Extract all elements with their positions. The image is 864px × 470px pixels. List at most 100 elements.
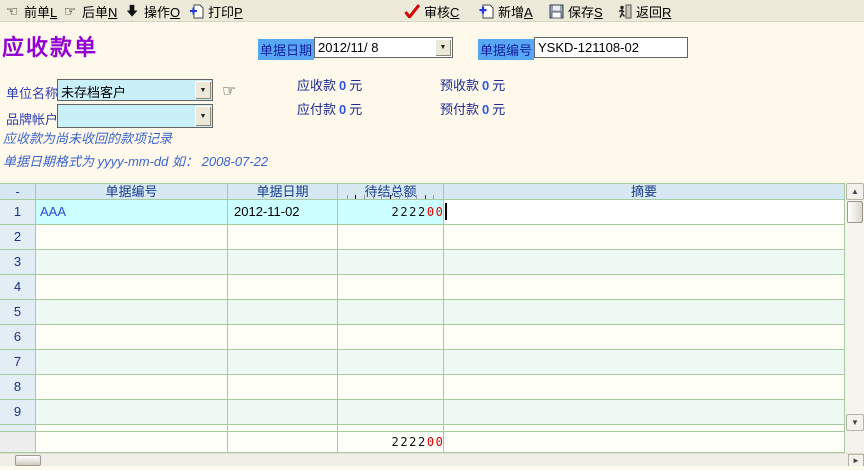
receivable-hint-text: 应收款为尚未收回的款项记录 (3, 128, 172, 147)
save-label: 保存S (568, 2, 603, 21)
doc-no-cell[interactable] (36, 225, 228, 250)
audit-button[interactable]: 审核C (404, 2, 459, 20)
prev-doc-button[interactable]: ☜ 前单L (4, 2, 57, 20)
doc-no-label: 单据编号 (478, 39, 534, 60)
operate-label: 操作O (144, 2, 180, 21)
new-page-icon (478, 3, 494, 19)
summary-cell[interactable] (444, 275, 845, 300)
amount-cell[interactable] (338, 275, 444, 300)
row-number-cell[interactable]: 4 (0, 275, 36, 300)
amount-cell[interactable] (338, 350, 444, 375)
horizontal-scroll-thumb[interactable] (15, 455, 41, 466)
doc-no-cell[interactable] (36, 350, 228, 375)
return-label: 返回R (636, 2, 671, 21)
chevron-down-icon[interactable]: ▼ (195, 106, 211, 126)
row-number-cell[interactable]: 7 (0, 350, 36, 375)
summary-cell[interactable] (444, 350, 845, 375)
doc-date-combobox[interactable]: 2012/11/ 8 ▼ (314, 37, 453, 58)
doc-no-cell[interactable] (36, 275, 228, 300)
brand-account-combobox[interactable]: ▼ (57, 104, 213, 128)
summary-cell[interactable] (444, 225, 845, 250)
table-row: 2 (0, 225, 845, 250)
doc-no-input[interactable]: YSKD-121108-02 (534, 37, 688, 58)
doc-date-label: 单据日期 (258, 39, 314, 60)
ledger-ticks (338, 195, 443, 199)
doc-date-cell[interactable] (228, 325, 338, 350)
summary-cell[interactable] (444, 325, 845, 350)
unit-name-combobox[interactable]: 未存档客户 ▼ (57, 79, 213, 101)
doc-no-cell[interactable] (36, 300, 228, 325)
scroll-up-button[interactable]: ▲ (846, 183, 864, 200)
doc-no-cell[interactable] (36, 400, 228, 425)
page-title: 应收款单 (2, 30, 98, 62)
row-number-cell[interactable]: 3 (0, 250, 36, 275)
detail-table: - 单据编号 单据日期 待结总额 摘要 1 AAA 2012-11-02 222… (0, 183, 864, 470)
date-format-hint-text: 单据日期格式为 yyyy-mm-dd 如： 2008-07-22 (3, 151, 268, 170)
horizontal-scrollbar[interactable]: ► (0, 453, 864, 466)
right-arrow-icon: ► (852, 456, 860, 465)
row-number-cell[interactable]: 9 (0, 400, 36, 425)
brand-account-label: 品牌帐户 (6, 109, 58, 128)
summary-cell-editing[interactable] (444, 200, 845, 225)
doc-date-cell[interactable]: 2012-11-02 (228, 200, 338, 225)
doc-date-cell[interactable] (228, 250, 338, 275)
save-button[interactable]: 保存S (548, 2, 603, 20)
doc-date-cell[interactable] (228, 300, 338, 325)
return-button[interactable]: 返回R (616, 2, 671, 20)
summary-cell[interactable] (444, 250, 845, 275)
amount-cell[interactable]: 222200 (338, 200, 444, 225)
amount-cell[interactable] (338, 250, 444, 275)
amount-cell[interactable] (338, 300, 444, 325)
row-number-cell[interactable]: 5 (0, 300, 36, 325)
document-header: 应收款单 单据日期 2012/11/ 8 ▼ 单据编号 YSKD-121108-… (0, 22, 864, 183)
doc-date-cell[interactable] (228, 225, 338, 250)
table-header-row: - 单据编号 单据日期 待结总额 摘要 (0, 183, 845, 200)
total-row-number-cell (0, 431, 36, 453)
new-doc-label: 新增A (498, 2, 533, 21)
doc-no-cell[interactable]: AAA (36, 200, 228, 225)
prev-doc-label: 前单L (24, 2, 57, 21)
doc-no-cell[interactable] (36, 325, 228, 350)
summary-cell[interactable] (444, 400, 845, 425)
table-row: 6 (0, 325, 845, 350)
chevron-down-icon[interactable]: ▼ (195, 81, 211, 99)
amount-cell[interactable] (338, 400, 444, 425)
amount-column-header: 待结总额 (338, 184, 444, 200)
new-doc-button[interactable]: 新增A (478, 2, 533, 20)
summary-cell[interactable] (444, 300, 845, 325)
doc-no-cell[interactable] (36, 250, 228, 275)
doc-date-cell[interactable] (228, 400, 338, 425)
doc-date-cell[interactable] (228, 375, 338, 400)
amount-cell[interactable] (338, 375, 444, 400)
amount-cell[interactable] (338, 325, 444, 350)
vertical-scrollbar[interactable]: ▲ ▼ (846, 183, 864, 431)
doc-date-cell[interactable] (228, 350, 338, 375)
next-doc-button[interactable]: ☞ 后单N (62, 2, 117, 20)
summary-cell[interactable] (444, 375, 845, 400)
table-row: 1 AAA 2012-11-02 222200 (0, 200, 845, 225)
amount-cell[interactable] (338, 225, 444, 250)
total-summary-cell (444, 431, 845, 453)
chevron-down-icon[interactable]: ▼ (435, 39, 451, 56)
row-number-cell[interactable]: 6 (0, 325, 36, 350)
summary-column-header: 摘要 (444, 184, 845, 200)
row-number-cell[interactable]: 8 (0, 375, 36, 400)
print-button[interactable]: 打印P (188, 2, 243, 20)
hand-left-icon: ☜ (4, 3, 20, 19)
hand-picker-icon[interactable]: ☞ (222, 81, 236, 101)
audit-label: 审核C (424, 2, 459, 21)
doc-date-cell[interactable] (228, 275, 338, 300)
down-arrow-icon (124, 3, 140, 19)
table-row: 5 (0, 300, 845, 325)
payable-amount: 应付款0元 (297, 99, 362, 118)
scroll-down-button[interactable]: ▼ (846, 414, 864, 431)
doc-no-cell[interactable] (36, 375, 228, 400)
operate-button[interactable]: 操作O (124, 2, 180, 20)
row-number-cell[interactable]: 1 (0, 200, 36, 225)
text-caret (445, 203, 447, 220)
total-doc-no-cell (36, 431, 228, 453)
up-arrow-icon: ▲ (851, 187, 859, 196)
row-number-cell[interactable]: 2 (0, 225, 36, 250)
toolbar: ☜ 前单L ☞ 后单N 操作O 打印P 审核C (0, 0, 864, 22)
vertical-scroll-thumb[interactable] (847, 201, 863, 223)
